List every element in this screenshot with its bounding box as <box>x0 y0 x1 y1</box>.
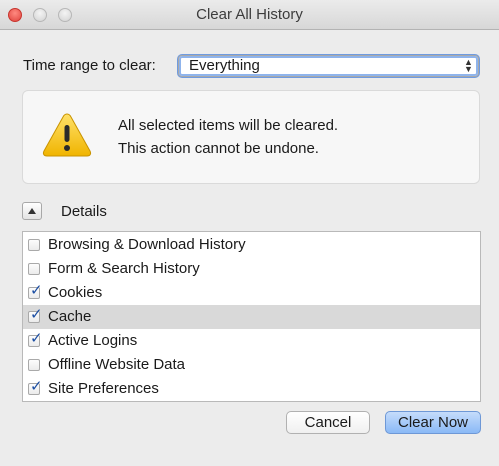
history-items-list[interactable]: Browsing & Download History Form & Searc… <box>22 231 481 402</box>
list-item[interactable]: ✓ Cache <box>23 305 480 329</box>
window-title: Clear All History <box>196 6 303 23</box>
offline-data-checkbox[interactable] <box>28 359 40 371</box>
list-item-label: Form & Search History <box>48 260 200 277</box>
list-item-label: Active Logins <box>48 332 138 349</box>
clear-history-dialog: Clear All History Time range to clear: E… <box>0 0 499 466</box>
checkmark-icon: ✓ <box>30 330 43 347</box>
clear-now-button[interactable]: Clear Now <box>385 411 481 434</box>
details-label: Details <box>61 203 107 220</box>
list-item[interactable]: ✓ Site Preferences <box>23 377 480 401</box>
checkmark-icon: ✓ <box>30 306 43 323</box>
list-item[interactable]: Offline Website Data <box>23 353 480 377</box>
cancel-button[interactable]: Cancel <box>286 411 370 434</box>
checkmark-icon: ✓ <box>30 282 43 299</box>
form-history-checkbox[interactable] <box>28 263 40 275</box>
triangle-up-icon <box>28 208 36 214</box>
time-range-label: Time range to clear: <box>23 57 156 74</box>
list-item[interactable]: Form & Search History <box>23 257 480 281</box>
active-logins-checkbox[interactable]: ✓ <box>28 331 43 347</box>
title-bar: Clear All History <box>0 0 499 30</box>
list-item[interactable]: ✓ Active Logins <box>23 329 480 353</box>
select-arrows-icon: ▲ ▼ <box>464 57 473 74</box>
warning-text-line2: This action cannot be undone. <box>118 140 319 157</box>
cache-checkbox[interactable]: ✓ <box>28 307 43 323</box>
cookies-checkbox[interactable]: ✓ <box>28 283 43 299</box>
list-item[interactable]: Browsing & Download History <box>23 233 480 257</box>
details-toggle-button[interactable] <box>22 202 42 220</box>
time-range-value: Everything <box>189 57 260 74</box>
list-item-label: Cookies <box>48 284 103 301</box>
time-range-select[interactable]: Everything ▲ ▼ <box>178 55 479 77</box>
list-item-label: Site Preferences <box>48 380 159 397</box>
list-item-label: Offline Website Data <box>48 356 186 373</box>
browsing-history-checkbox[interactable] <box>28 239 40 251</box>
list-item-label: Browsing & Download History <box>48 236 246 253</box>
site-preferences-checkbox[interactable]: ✓ <box>28 379 43 395</box>
list-item[interactable]: ✓ Cookies <box>23 281 480 305</box>
warning-icon <box>42 113 92 157</box>
warning-box: All selected items will be cleared. This… <box>22 90 480 184</box>
warning-text-line1: All selected items will be cleared. <box>118 117 339 134</box>
checkmark-icon: ✓ <box>30 378 43 395</box>
list-item-label: Cache <box>48 308 92 325</box>
